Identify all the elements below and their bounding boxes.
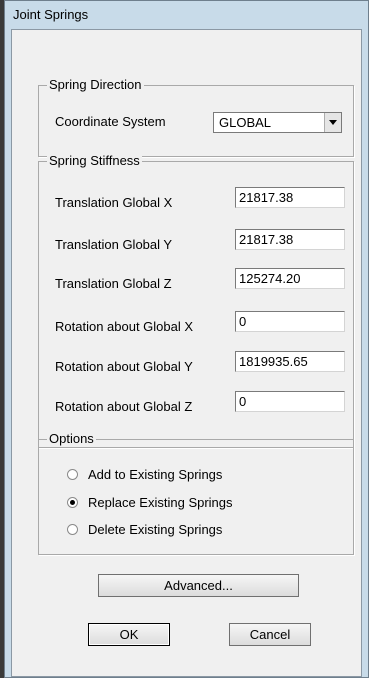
- add-to-existing-radio[interactable]: [67, 469, 78, 480]
- rotation-z-field[interactable]: 0: [235, 391, 345, 412]
- translation-x-field[interactable]: 21817.38: [235, 187, 345, 208]
- advanced-button[interactable]: Advanced...: [98, 574, 299, 597]
- options-group: Options Add to Existing Springs Replace …: [38, 431, 354, 555]
- replace-existing-radio[interactable]: [67, 497, 78, 508]
- rotation-z-label: Rotation about Global Z: [55, 399, 193, 414]
- translation-y-field[interactable]: 21817.38: [235, 229, 345, 250]
- replace-existing-label: Replace Existing Springs: [88, 495, 233, 510]
- rotation-y-label: Rotation about Global Y: [55, 359, 193, 374]
- coordinate-system-value: GLOBAL: [219, 115, 272, 130]
- add-to-existing-label: Add to Existing Springs: [88, 467, 223, 482]
- delete-existing-label: Delete Existing Springs: [88, 522, 223, 537]
- dialog-title: Joint Springs: [13, 7, 89, 22]
- cancel-button[interactable]: Cancel: [229, 623, 311, 646]
- coordinate-system-select[interactable]: GLOBAL: [213, 112, 342, 133]
- joint-springs-dialog: Joint Springs Spring Direction Coordinat…: [4, 0, 369, 678]
- translation-z-label: Translation Global Z: [55, 276, 172, 291]
- spring-direction-legend: Spring Direction: [47, 77, 144, 93]
- spring-stiffness-legend: Spring Stiffness: [47, 153, 142, 169]
- delete-existing-radio[interactable]: [67, 524, 78, 535]
- rotation-x-label: Rotation about Global X: [55, 319, 194, 334]
- rotation-y-field[interactable]: 1819935.65: [235, 351, 345, 372]
- spring-direction-group: Spring Direction Coordinate System GLOBA…: [38, 77, 354, 157]
- ok-button[interactable]: OK: [88, 623, 170, 646]
- spring-stiffness-group: Spring Stiffness Translation Global X 21…: [38, 153, 354, 448]
- chevron-down-icon[interactable]: [324, 113, 341, 132]
- translation-y-label: Translation Global Y: [55, 237, 173, 252]
- dialog-client-area: Spring Direction Coordinate System GLOBA…: [11, 29, 362, 677]
- translation-z-field[interactable]: 125274.20: [235, 268, 345, 289]
- rotation-x-field[interactable]: 0: [235, 311, 345, 332]
- options-legend: Options: [47, 431, 96, 447]
- translation-x-label: Translation Global X: [55, 195, 173, 210]
- coordinate-system-label: Coordinate System: [55, 114, 166, 129]
